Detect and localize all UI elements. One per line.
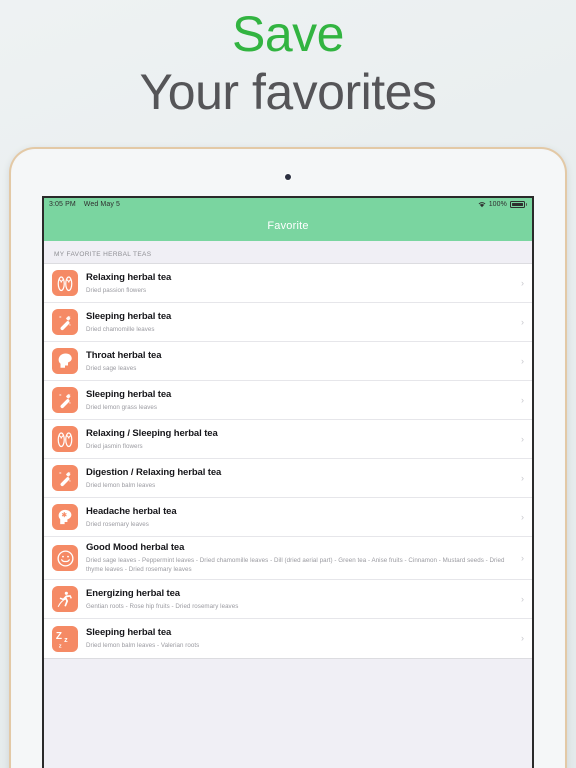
list-item-text: Sleeping herbal tea Dried lemon balm lea… bbox=[86, 627, 515, 650]
section-header: MY FAVORITE HERBAL TEAS bbox=[54, 251, 152, 258]
list-item[interactable]: × × × Sleeping herbal tea Dried lemon gr… bbox=[44, 381, 532, 420]
list-item-text: Headache herbal tea Dried rosemary leave… bbox=[86, 506, 515, 529]
favorites-list: Relaxing herbal tea Dried passion flower… bbox=[44, 263, 532, 659]
chevron-right-icon[interactable]: › bbox=[521, 317, 524, 327]
tablet-device-frame: 3:05 PM Wed May 5 100% Favorite MY FAVOR… bbox=[9, 147, 567, 768]
list-item[interactable]: Throat herbal tea Dried sage leaves › bbox=[44, 342, 532, 381]
svg-text:z: z bbox=[64, 635, 68, 643]
list-item-subtitle: Gentian roots - Rose hip fruits - Dried … bbox=[86, 602, 239, 610]
status-bar-right: 100% bbox=[478, 201, 527, 208]
zzz-sleep-icon: Z z z bbox=[52, 625, 78, 652]
list-item-title: Sleeping herbal tea bbox=[86, 310, 172, 322]
camera-dot-icon bbox=[285, 174, 291, 180]
chevron-right-icon[interactable]: › bbox=[521, 594, 524, 604]
page-title: Favorite bbox=[267, 220, 309, 232]
list-item-subtitle: Dried lemon balm leaves bbox=[86, 481, 156, 489]
chevron-right-icon[interactable]: › bbox=[521, 634, 524, 643]
list-item-text: Sleeping herbal tea Dried chamomille lea… bbox=[86, 311, 515, 334]
list-item-text: Digestion / Relaxing herbal tea Dried le… bbox=[86, 467, 515, 490]
svg-text:×: × bbox=[59, 392, 62, 397]
magic-wand-icon: × × × bbox=[52, 309, 78, 335]
magic-wand-icon: × × × bbox=[52, 465, 78, 491]
list-item-text: Relaxing / Sleeping herbal tea Dried jas… bbox=[86, 428, 515, 451]
tablet-screen: 3:05 PM Wed May 5 100% Favorite MY FAVOR… bbox=[42, 196, 534, 768]
list-item-subtitle: Dried jasmin flowers bbox=[86, 442, 143, 450]
flip-flops-icon bbox=[52, 426, 78, 452]
list-item[interactable]: Z z z Sleeping herbal tea Dried lemon ba… bbox=[44, 619, 532, 658]
list-item-title: Headache herbal tea bbox=[86, 505, 177, 517]
list-item-subtitle: Dried passion flowers bbox=[86, 286, 147, 294]
battery-percent-label: 100% bbox=[488, 201, 507, 208]
svg-text:×: × bbox=[68, 470, 71, 475]
status-bar: 3:05 PM Wed May 5 100% bbox=[44, 198, 532, 211]
list-item-title: Throat herbal tea bbox=[86, 349, 162, 361]
smiley-face-icon bbox=[52, 545, 78, 571]
list-item-subtitle: Dried sage leaves - Peppermint leaves - … bbox=[86, 557, 505, 573]
list-item-text: Sleeping herbal tea Dried lemon grass le… bbox=[86, 389, 515, 412]
svg-text:×: × bbox=[68, 392, 71, 397]
wifi-icon bbox=[478, 201, 486, 208]
svg-text:×: × bbox=[69, 479, 71, 483]
list-item[interactable]: Relaxing / Sleeping herbal tea Dried jas… bbox=[44, 420, 532, 459]
list-item-title: Good Mood herbal tea bbox=[86, 542, 185, 553]
favorites-list-area[interactable]: MY FAVORITE HERBAL TEAS Relaxing herbal … bbox=[44, 241, 532, 768]
list-item-subtitle: Dried rosemary leaves bbox=[86, 520, 149, 528]
list-item-title: Sleeping herbal tea bbox=[86, 627, 172, 638]
chevron-right-icon[interactable]: › bbox=[521, 395, 524, 405]
list-item-text: Relaxing herbal tea Dried passion flower… bbox=[86, 272, 515, 295]
list-item-title: Digestion / Relaxing herbal tea bbox=[86, 466, 222, 478]
chevron-right-icon[interactable]: › bbox=[521, 278, 524, 288]
list-item[interactable]: Energizing herbal tea Gentian roots - Ro… bbox=[44, 580, 532, 619]
svg-text:×: × bbox=[59, 470, 62, 475]
running-figure-icon bbox=[52, 586, 78, 612]
chevron-right-icon[interactable]: › bbox=[521, 553, 524, 563]
magic-wand-icon: × × × bbox=[52, 387, 78, 413]
list-item[interactable]: × × × Sleeping herbal tea Dried chamomil… bbox=[44, 303, 532, 342]
chevron-right-icon[interactable]: › bbox=[521, 512, 524, 522]
promo-line-2: Your favorites bbox=[139, 64, 437, 120]
status-bar-time: 3:05 PM bbox=[49, 201, 76, 208]
promo-headings: Save Your favorites bbox=[0, 0, 576, 122]
list-item-text: Good Mood herbal tea Dried sage leaves -… bbox=[86, 542, 515, 574]
list-item-title: Relaxing herbal tea bbox=[86, 271, 172, 283]
list-item-text: Energizing herbal tea Gentian roots - Ro… bbox=[86, 588, 515, 611]
status-bar-date: Wed May 5 bbox=[83, 201, 120, 208]
navigation-bar: Favorite bbox=[44, 211, 532, 241]
headache-head-icon bbox=[52, 504, 78, 530]
chevron-right-icon[interactable]: › bbox=[521, 473, 524, 483]
svg-text:×: × bbox=[68, 314, 71, 319]
list-item-title: Sleeping herbal tea bbox=[86, 388, 172, 400]
flip-flops-icon bbox=[52, 270, 78, 296]
list-item-title: Relaxing / Sleeping herbal tea bbox=[86, 427, 218, 439]
chevron-right-icon[interactable]: › bbox=[521, 356, 524, 366]
list-item-subtitle: Dried lemon grass leaves bbox=[86, 403, 158, 411]
svg-text:×: × bbox=[69, 401, 71, 405]
battery-full-icon bbox=[510, 201, 527, 208]
list-item-subtitle: Dried sage leaves bbox=[86, 364, 137, 372]
status-bar-left: 3:05 PM Wed May 5 bbox=[49, 201, 120, 208]
svg-text:×: × bbox=[59, 314, 62, 319]
svg-text:z: z bbox=[59, 643, 62, 649]
svg-text:Z: Z bbox=[56, 631, 62, 642]
list-item-subtitle: Dried chamomille leaves bbox=[86, 325, 155, 333]
list-item[interactable]: Good Mood herbal tea Dried sage leaves -… bbox=[44, 537, 532, 580]
throat-head-icon bbox=[52, 348, 78, 374]
list-item[interactable]: × × × Digestion / Relaxing herbal tea Dr… bbox=[44, 459, 532, 498]
list-item-text: Throat herbal tea Dried sage leaves bbox=[86, 350, 515, 373]
list-item[interactable]: Headache herbal tea Dried rosemary leave… bbox=[44, 498, 532, 537]
chevron-right-icon[interactable]: › bbox=[521, 434, 524, 444]
list-item-title: Energizing herbal tea bbox=[86, 587, 180, 599]
promo-line-1: Save bbox=[232, 6, 344, 62]
list-item-subtitle: Dried lemon balm leaves - Valerian roots bbox=[86, 642, 200, 649]
list-item[interactable]: Relaxing herbal tea Dried passion flower… bbox=[44, 264, 532, 303]
tablet-body: 3:05 PM Wed May 5 100% Favorite MY FAVOR… bbox=[12, 150, 564, 768]
svg-text:×: × bbox=[69, 323, 71, 327]
